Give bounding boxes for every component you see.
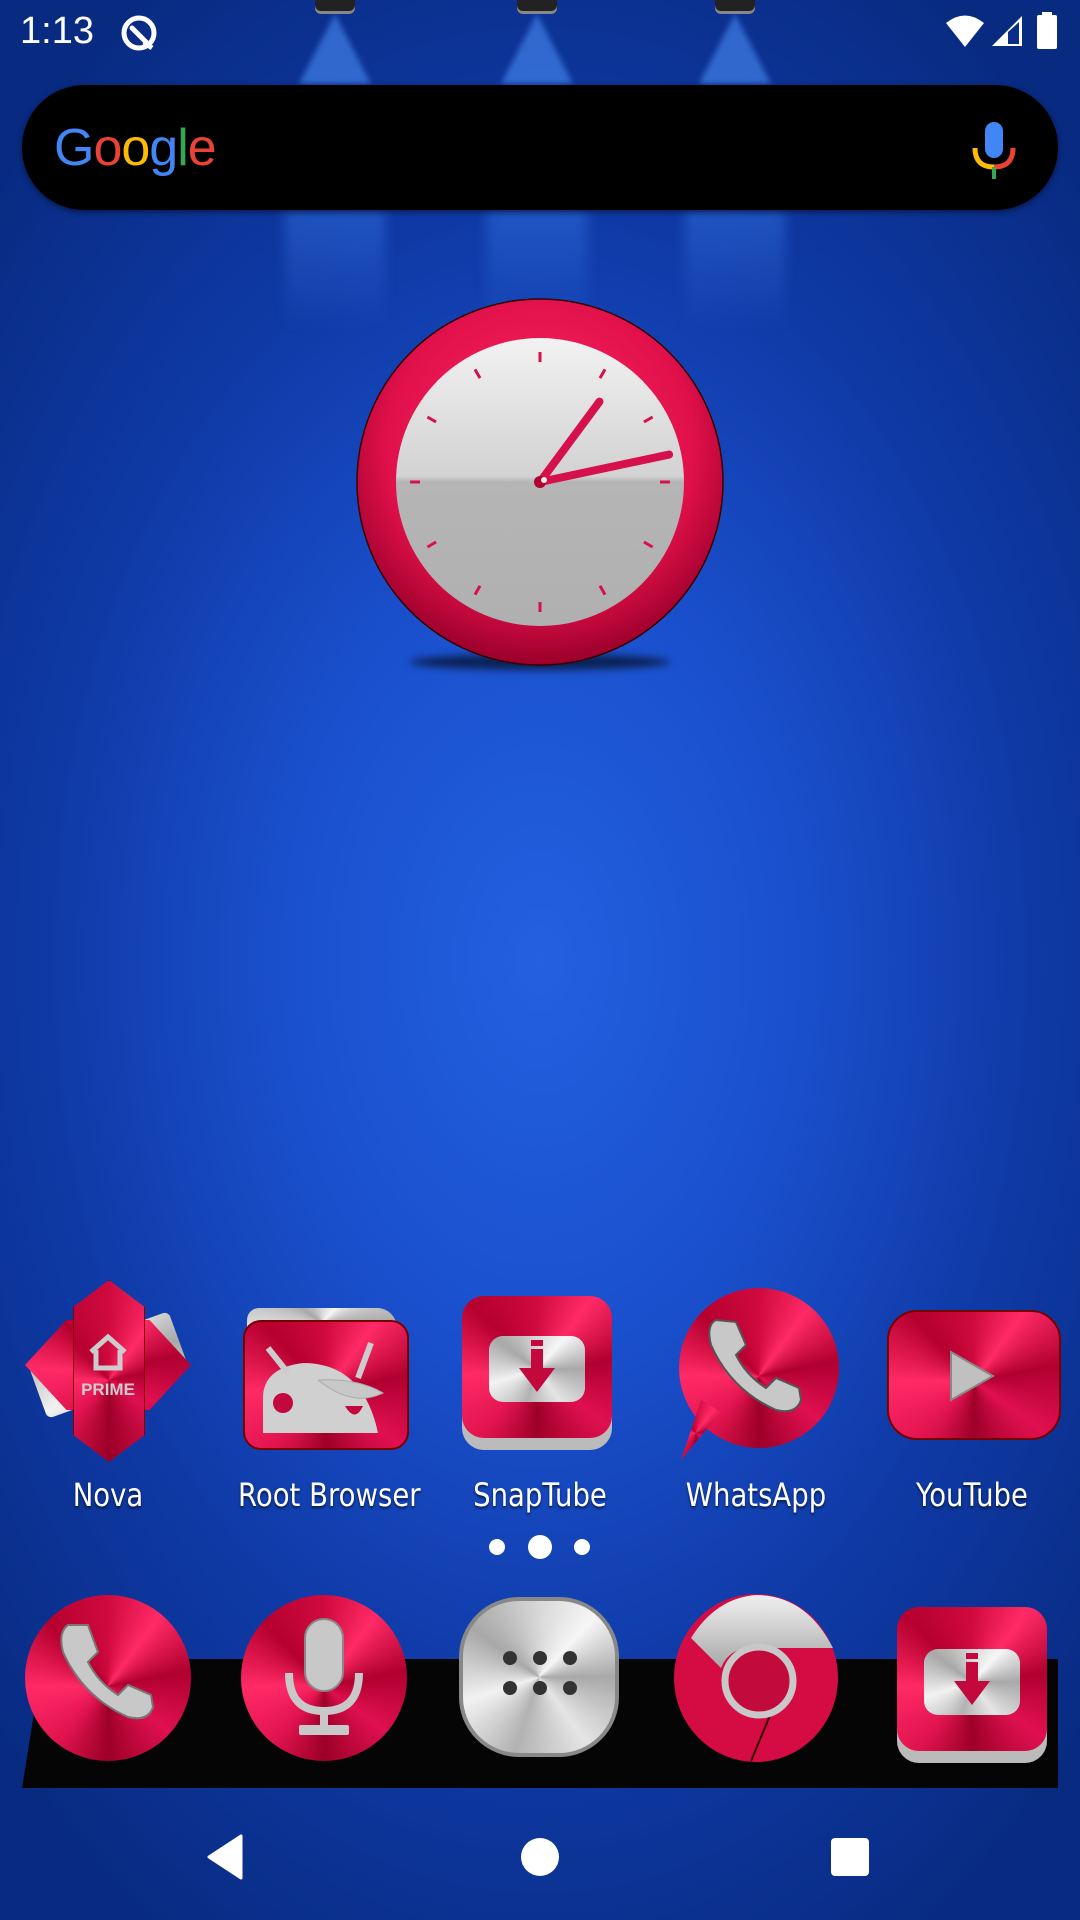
app-drawer-icon xyxy=(503,1651,577,1695)
phone-icon xyxy=(60,1624,155,1720)
dock-chrome[interactable] xyxy=(671,1593,841,1763)
spotlight-lamp xyxy=(315,0,355,14)
analog-clock-widget[interactable] xyxy=(355,297,725,667)
app-label: YouTube xyxy=(916,1476,1028,1514)
google-logo: Google xyxy=(54,118,217,178)
app-nova[interactable]: PRIME Nova xyxy=(8,1280,208,1514)
app-youtube[interactable]: YouTube xyxy=(872,1280,1072,1514)
dock-snaptube[interactable] xyxy=(887,1593,1057,1763)
battery-icon xyxy=(1037,12,1057,49)
page-dot[interactable] xyxy=(574,1539,590,1555)
youtube-icon xyxy=(887,1280,1061,1450)
q-notification-icon xyxy=(121,15,157,51)
logo-letter: o xyxy=(121,119,150,177)
logo-letter: e xyxy=(187,119,217,177)
page-dot-active[interactable] xyxy=(528,1535,552,1559)
back-icon[interactable] xyxy=(205,1834,245,1880)
snaptube-icon xyxy=(954,1653,990,1705)
voice-search-icon xyxy=(285,1618,363,1735)
app-label: Root Browser xyxy=(238,1476,421,1514)
logo-letter: o xyxy=(93,119,122,177)
chrome-icon xyxy=(674,1594,838,1762)
whatsapp-icon xyxy=(671,1280,841,1460)
app-snaptube[interactable]: SnapTube xyxy=(440,1280,640,1514)
dock-voice-search[interactable] xyxy=(239,1593,409,1763)
spotlight-beam xyxy=(501,14,573,84)
spotlight-beam xyxy=(299,14,371,84)
spotlight-lamp xyxy=(715,0,755,14)
spotlight-lamp xyxy=(517,0,557,14)
dock-app-drawer[interactable] xyxy=(455,1593,625,1763)
logo-letter: G xyxy=(54,119,94,177)
app-label: Nova xyxy=(72,1476,144,1514)
home-icon[interactable] xyxy=(521,1838,559,1876)
cellular-signal-icon xyxy=(992,16,1022,46)
microphone-icon[interactable] xyxy=(970,120,1018,182)
spotlight-beam xyxy=(699,14,771,84)
root-browser-icon xyxy=(239,1280,409,1450)
status-time: 1:13 xyxy=(20,10,94,52)
page-dot[interactable] xyxy=(489,1539,505,1555)
app-root-browser[interactable]: Root Browser xyxy=(224,1280,424,1514)
nova-prime-icon: PRIME xyxy=(23,1280,193,1462)
wifi-icon xyxy=(946,15,984,47)
app-whatsapp[interactable]: WhatsApp xyxy=(656,1280,856,1514)
recents-icon[interactable] xyxy=(831,1838,869,1876)
app-label: WhatsApp xyxy=(685,1476,827,1514)
snaptube-icon xyxy=(455,1280,625,1450)
dock-phone[interactable] xyxy=(23,1593,193,1763)
app-label: SnapTube xyxy=(473,1476,607,1514)
logo-letter: l xyxy=(177,119,189,177)
logo-letter: g xyxy=(149,119,178,177)
clock-pin-highlight xyxy=(541,477,547,483)
